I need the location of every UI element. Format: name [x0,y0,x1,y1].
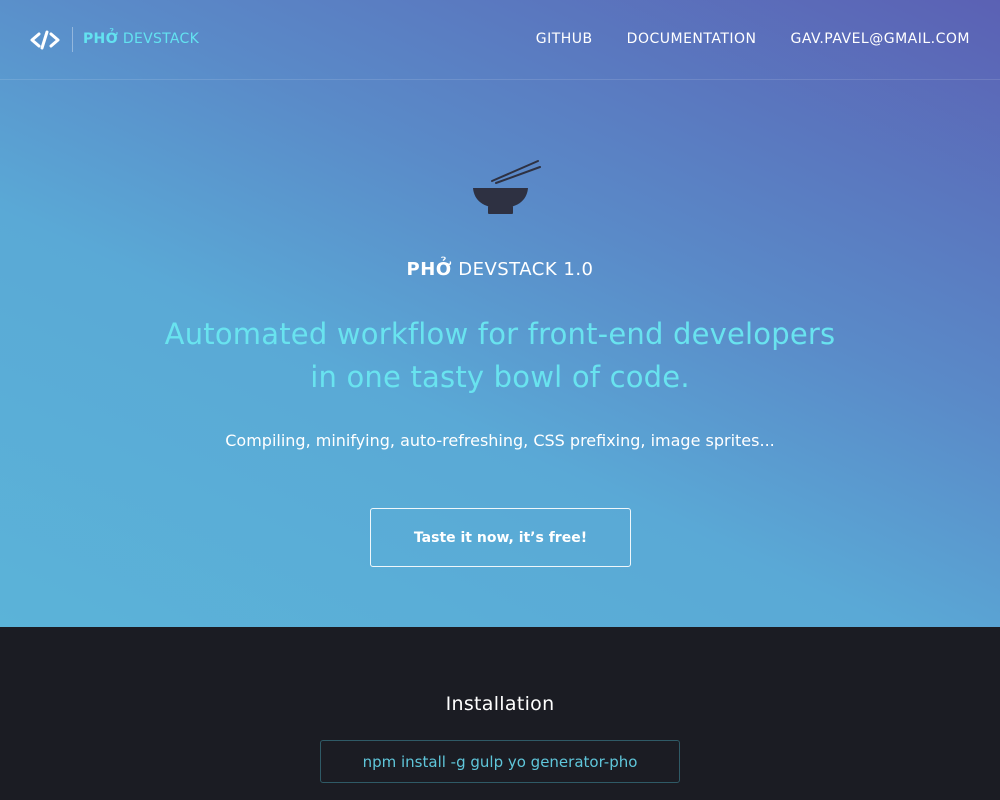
brand-name-bold: PHỞ [83,31,119,47]
installation-title: Installation [445,693,555,715]
brand-name-rest: DEVSTACK [118,31,200,47]
hero-headline: Automated workflow for front-end develop… [164,317,836,394]
installation-section: Installation npm install -g gulp yo gene… [0,627,1000,800]
nav-link-github[interactable]: GITHUB [536,31,593,47]
top-navbar: PHỞ DEVSTACK GITHUB DOCUMENTATION GAV.PA… [0,0,1000,80]
product-title-rest: DEVSTACK 1.0 [451,259,594,280]
cta-button[interactable]: Taste it now, it’s free! [370,508,631,567]
code-brackets-icon[interactable] [30,29,60,51]
nav-link-email[interactable]: GAV.PAVEL@GMAIL.COM [791,31,970,47]
brand-name[interactable]: PHỞ DEVSTACK [83,31,199,47]
main-nav: GITHUB DOCUMENTATION GAV.PAVEL@GMAIL.COM [536,31,970,47]
nav-link-documentation[interactable]: DOCUMENTATION [627,31,757,47]
product-title-bold: PHỞ [406,259,452,280]
logo-divider [72,27,73,52]
install-command[interactable]: npm install -g gulp yo generator-pho [320,740,680,783]
hero-subline: Compiling, minifying, auto-refreshing, C… [225,431,775,450]
bowl-chopsticks-icon [473,160,541,214]
product-title: PHỞ DEVSTACK 1.0 [0,259,1000,280]
hero-section: PHỞ DEVSTACK GITHUB DOCUMENTATION GAV.PA… [0,0,1000,627]
